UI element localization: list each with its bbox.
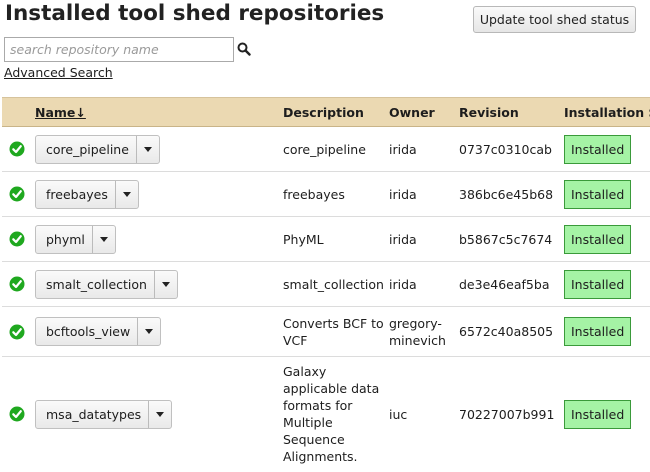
table-row: bcftools_view Converts BCF to VCF gregory-… — [2, 306, 650, 357]
description-cell: Galaxy applicable data formats for Multi… — [283, 356, 389, 472]
description-cell: PhyML — [283, 216, 389, 262]
status-badge: Installed — [564, 269, 632, 299]
check-circle-icon — [9, 276, 25, 292]
column-header-revision: Revision — [459, 97, 564, 127]
search-input[interactable] — [4, 37, 234, 62]
check-circle-icon — [9, 406, 25, 422]
status-cell — [2, 356, 35, 472]
description-cell: Converts BCF to VCF — [283, 306, 389, 357]
status-badge: Installed — [564, 317, 632, 346]
repository-name: phyml — [46, 231, 85, 247]
repositories-table: Name↓ Description Owner Revision Install… — [2, 97, 650, 472]
revision-cell: 386bc6e45b68 — [459, 171, 564, 217]
repository-menu-button[interactable]: freebayes — [35, 179, 139, 209]
column-header-owner: Owner — [389, 97, 459, 127]
name-cell: phyml — [35, 216, 283, 262]
page-title: Installed tool shed repositories — [5, 1, 385, 26]
name-cell: smalt_collection — [35, 261, 283, 307]
description-cell: freebayes — [283, 171, 389, 217]
table-row: core_pipeline core_pipeline irida 0737c0310… — [2, 126, 650, 172]
installation-status-cell: Installed — [564, 216, 650, 262]
caret-down-icon[interactable] — [135, 135, 159, 163]
caret-down-icon[interactable] — [114, 180, 138, 208]
status-cell — [2, 261, 35, 307]
status-cell — [2, 216, 35, 262]
status-badge: Installed — [564, 224, 632, 254]
table-row: freebayes freebayes irida 386bc6e45b68 Insta… — [2, 171, 650, 217]
table-row: msa_datatypes Galaxy applicable data form… — [2, 356, 650, 472]
revision-cell: 0737c0310cab — [459, 126, 564, 172]
repository-menu-button[interactable]: core_pipeline — [35, 134, 160, 164]
installation-status-cell: Installed — [564, 356, 650, 472]
revision-cell: 70227007b991 — [459, 356, 564, 472]
repository-menu-button[interactable]: bcftools_view — [35, 317, 162, 346]
owner-cell: irida — [389, 216, 459, 262]
status-badge: Installed — [564, 134, 632, 164]
update-tool-shed-status-button[interactable]: Update tool shed status — [473, 6, 636, 33]
status-cell — [2, 126, 35, 172]
advanced-search-link[interactable]: Advanced Search — [4, 65, 113, 80]
check-circle-icon — [9, 231, 25, 247]
table-body: core_pipeline core_pipeline irida 0737c0310… — [2, 126, 650, 472]
installation-status-cell: Installed — [564, 126, 650, 172]
check-circle-icon — [9, 141, 25, 157]
column-header-description: Description — [283, 97, 389, 127]
table-row: smalt_collection smalt_collection irida de3… — [2, 261, 650, 307]
caret-down-icon[interactable] — [91, 225, 115, 253]
revision-cell: 6572c40a8505 — [459, 306, 564, 357]
caret-down-icon[interactable] — [137, 318, 160, 345]
owner-cell: irida — [389, 171, 459, 217]
column-header-name[interactable]: Name↓ — [35, 97, 283, 127]
installation-status-cell: Installed — [564, 261, 650, 307]
repository-name: smalt_collection — [46, 276, 147, 292]
repository-name: bcftools_view — [46, 324, 131, 339]
repository-menu-button[interactable]: phyml — [35, 224, 116, 254]
name-cell: freebayes — [35, 171, 283, 217]
repository-menu-button[interactable]: smalt_collection — [35, 269, 178, 299]
status-badge: Installed — [564, 399, 632, 429]
installation-status-cell: Installed — [564, 171, 650, 217]
repository-name: freebayes — [46, 186, 108, 202]
table-header-row: Name↓ Description Owner Revision Install… — [2, 97, 650, 127]
sort-by-name-link[interactable]: Name↓ — [35, 105, 86, 120]
installation-status-cell: Installed — [564, 306, 650, 357]
check-circle-icon — [9, 324, 25, 339]
repository-name: core_pipeline — [46, 141, 129, 157]
name-cell: msa_datatypes — [35, 356, 283, 472]
owner-cell: irida — [389, 126, 459, 172]
repository-menu-button[interactable]: msa_datatypes — [35, 399, 173, 429]
revision-cell: b5867c5c7674 — [459, 216, 564, 262]
column-header-status-icon — [2, 97, 35, 127]
status-badge: Installed — [564, 179, 632, 209]
search-icon[interactable] — [237, 42, 251, 56]
owner-cell: iuc — [389, 356, 459, 472]
repository-name: msa_datatypes — [46, 406, 142, 422]
owner-cell: gregory-minevich — [389, 306, 459, 357]
column-header-installation-status: Installation S — [564, 97, 650, 127]
status-cell — [2, 306, 35, 357]
table-row: phyml PhyML irida b5867c5c7674 Installed — [2, 216, 650, 262]
description-cell: core_pipeline — [283, 126, 389, 172]
repositories-table-container: Name↓ Description Owner Revision Install… — [2, 97, 650, 472]
check-circle-icon — [9, 186, 25, 202]
caret-down-icon[interactable] — [148, 400, 171, 428]
caret-down-icon[interactable] — [153, 270, 177, 298]
description-cell: smalt_collection — [283, 261, 389, 307]
name-cell: core_pipeline — [35, 126, 283, 172]
name-cell: bcftools_view — [35, 306, 283, 357]
owner-cell: irida — [389, 261, 459, 307]
revision-cell: de3e46eaf5ba — [459, 261, 564, 307]
status-cell — [2, 171, 35, 217]
